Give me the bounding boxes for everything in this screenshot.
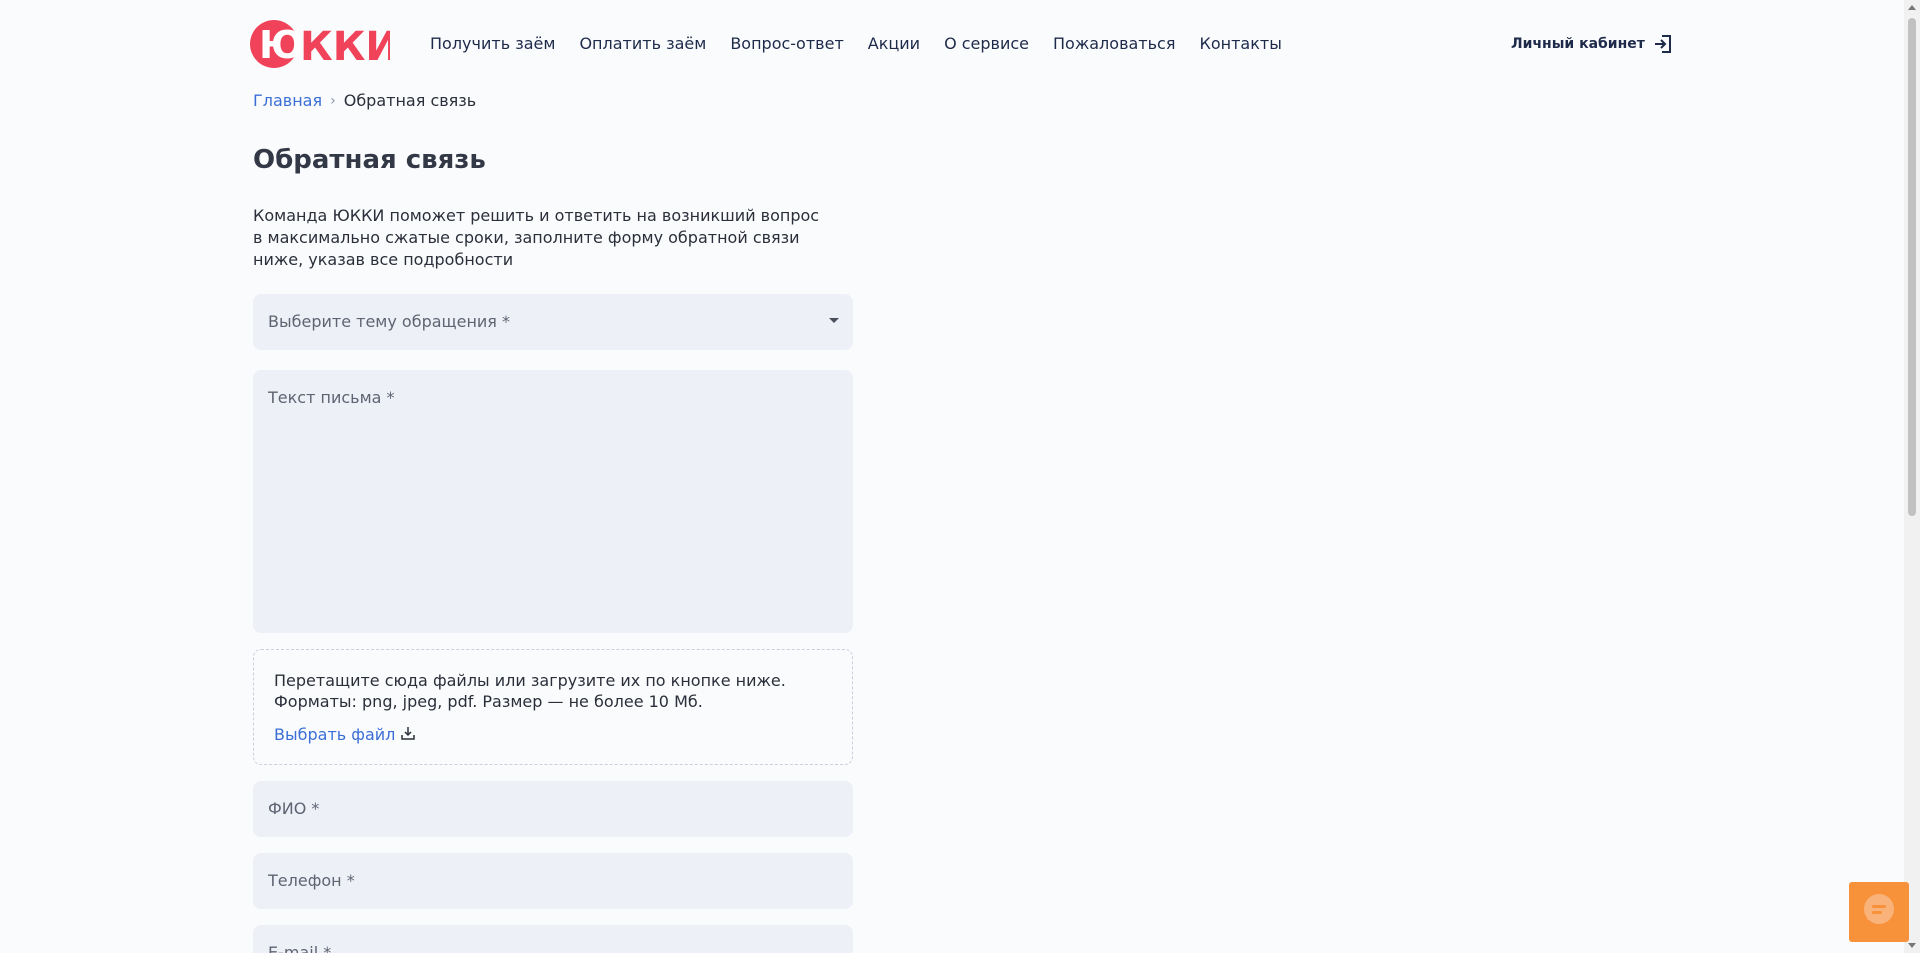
nav-item-get-loan[interactable]: Получить заём bbox=[430, 34, 555, 53]
nav-item-promotions[interactable]: Акции bbox=[868, 34, 920, 53]
chevron-right-icon: › bbox=[330, 92, 336, 109]
main-nav: Получить заём Оплатить заём Вопрос-ответ… bbox=[430, 34, 1282, 53]
fio-placeholder: ФИО * bbox=[268, 799, 320, 818]
svg-text:Ю: Ю bbox=[259, 23, 304, 67]
dropzone-formats: Форматы: png, jpeg, pdf. Размер — не бол… bbox=[274, 692, 703, 711]
nav-item-contacts[interactable]: Контакты bbox=[1199, 34, 1281, 53]
chat-widget-button[interactable] bbox=[1849, 882, 1909, 942]
personal-cabinet-link[interactable]: Личный кабинет bbox=[1511, 34, 1673, 54]
download-icon bbox=[401, 725, 416, 744]
message-placeholder: Текст письма * bbox=[268, 388, 395, 407]
site-logo[interactable]: Ю ККИ bbox=[250, 18, 390, 70]
topic-select-placeholder: Выберите тему обращения * bbox=[268, 312, 511, 331]
scrollbar-thumb[interactable] bbox=[1908, 18, 1916, 516]
scroll-down-icon[interactable] bbox=[1908, 943, 1916, 948]
phone-placeholder: Телефон * bbox=[268, 871, 355, 890]
fio-field[interactable]: ФИО * bbox=[253, 781, 853, 837]
nav-item-faq[interactable]: Вопрос-ответ bbox=[730, 34, 843, 53]
scroll-up-icon[interactable] bbox=[1908, 5, 1916, 10]
choose-file-button[interactable]: Выбрать файл bbox=[274, 725, 416, 744]
file-dropzone[interactable]: Перетащите сюда файлы или загрузите их п… bbox=[253, 649, 853, 765]
site-header: Ю ККИ Получить заём Оплатить заём Вопрос… bbox=[0, 0, 1900, 90]
svg-text:ККИ: ККИ bbox=[300, 24, 390, 70]
email-field[interactable]: E-mail * bbox=[253, 925, 853, 953]
topic-select[interactable]: Выберите тему обращения * bbox=[253, 294, 853, 350]
breadcrumb-home[interactable]: Главная bbox=[253, 91, 322, 110]
caret-down-icon bbox=[829, 318, 839, 323]
login-icon bbox=[1653, 34, 1673, 54]
cabinet-label: Личный кабинет bbox=[1511, 36, 1645, 52]
page-scrollbar[interactable] bbox=[1904, 0, 1920, 953]
page-title: Обратная связь bbox=[253, 145, 486, 175]
email-placeholder: E-mail * bbox=[268, 943, 332, 953]
nav-item-complain[interactable]: Пожаловаться bbox=[1053, 34, 1175, 53]
chat-icon bbox=[1859, 890, 1899, 934]
message-textarea[interactable]: Текст письма * bbox=[253, 370, 853, 633]
breadcrumb: Главная › Обратная связь bbox=[253, 91, 476, 110]
breadcrumb-current: Обратная связь bbox=[343, 91, 477, 110]
page-intro: Команда ЮККИ поможет решить и ответить н… bbox=[253, 206, 820, 269]
nav-item-pay-loan[interactable]: Оплатить заём bbox=[579, 34, 706, 53]
dropzone-instructions: Перетащите сюда файлы или загрузите их п… bbox=[274, 671, 786, 690]
choose-file-label: Выбрать файл bbox=[274, 725, 396, 744]
nav-item-about[interactable]: О сервисе bbox=[944, 34, 1029, 53]
phone-field[interactable]: Телефон * bbox=[253, 853, 853, 909]
